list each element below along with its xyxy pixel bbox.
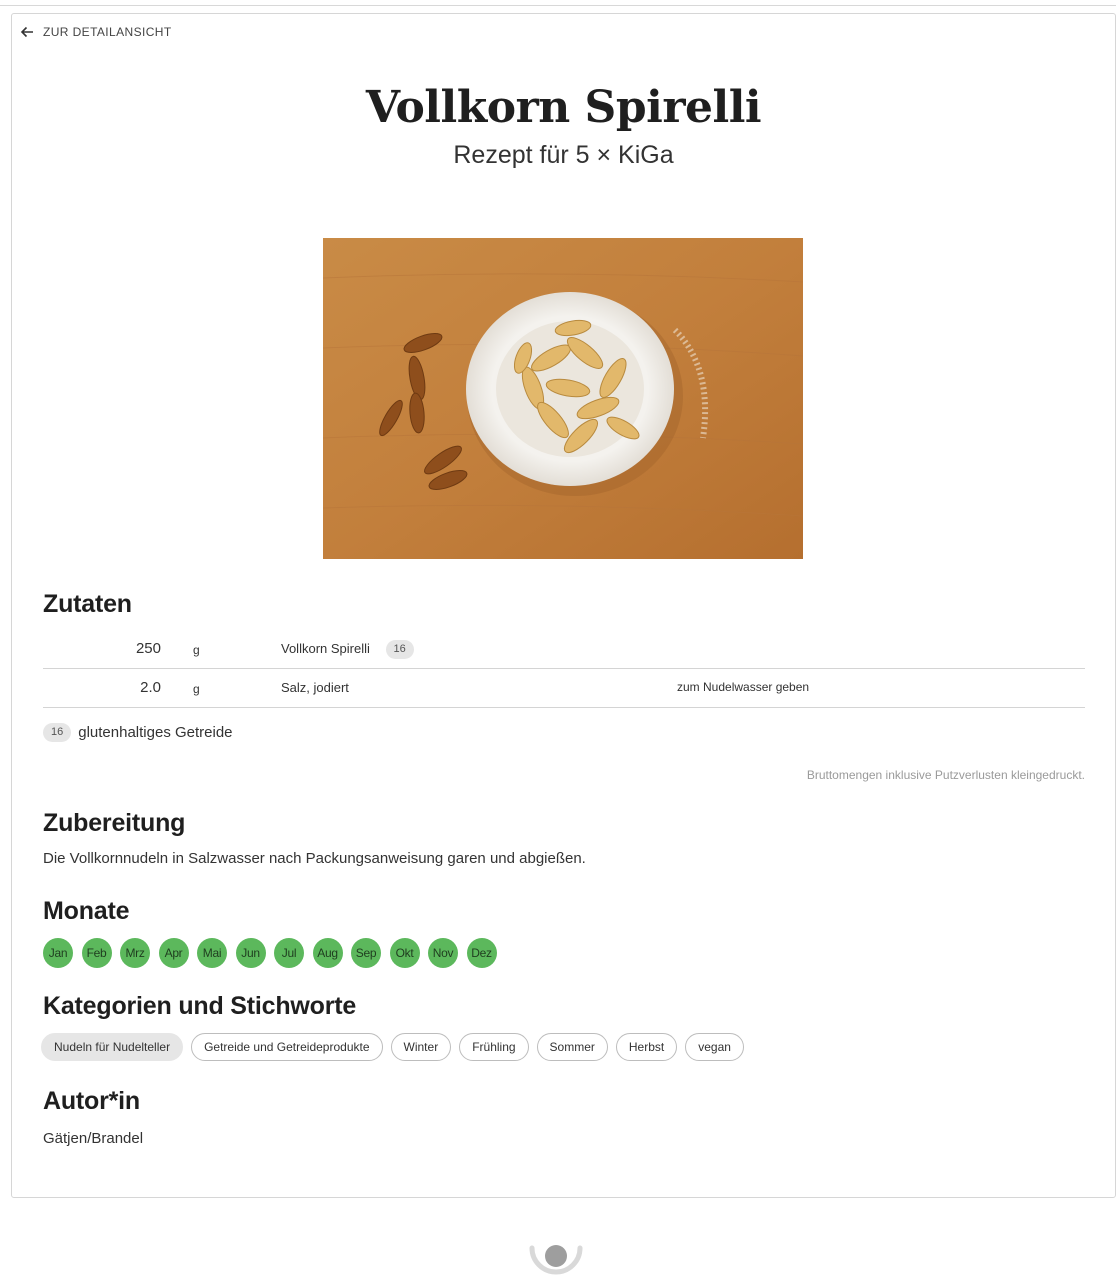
month-aug: Aug [312, 938, 343, 968]
tag-herbst[interactable]: Herbst [615, 1033, 678, 1061]
months-list: Jan Feb Mrz Apr Mai Jun Jul Aug Sep Okt … [43, 938, 497, 968]
month-okt: Okt [389, 938, 420, 968]
allergen-badge: 16 [385, 640, 414, 659]
arrow-left-icon [20, 26, 33, 38]
tag-sommer[interactable]: Sommer [536, 1033, 608, 1061]
tag-vegan[interactable]: vegan [685, 1033, 744, 1061]
month-nov: Nov [428, 938, 458, 968]
month-apr: Apr [158, 938, 189, 968]
top-divider [0, 5, 1116, 6]
month-feb: Feb [81, 938, 112, 968]
allergen-label: glutenhaltiges Getreide [78, 724, 233, 741]
allergen-code-badge: 16 [43, 723, 72, 742]
categories-heading: Kategorien und Stichworte [43, 992, 357, 1020]
preparation-heading: Zubereitung [43, 809, 186, 837]
months-heading: Monate [43, 897, 130, 925]
tag-nudeln-fuer-nudelteller[interactable]: Nudeln für Nudelteller [41, 1033, 184, 1061]
loading-spinner-icon [529, 1245, 583, 1275]
ingredient-unit: g [193, 682, 200, 696]
ingredient-amount: 2.0 [140, 679, 161, 696]
ingredient-name: Vollkorn Spirelli 16 [281, 640, 414, 660]
ingredient-name-text: Vollkorn Spirelli [281, 641, 370, 656]
preparation-text: Die Vollkornnudeln in Salzwasser nach Pa… [43, 850, 586, 867]
tag-getreide[interactable]: Getreide und Getreideprodukte [191, 1033, 383, 1061]
recipe-subtitle: Rezept für 5 × KiGa [453, 141, 674, 169]
month-jul: Jul [274, 938, 304, 968]
back-label: ZUR DETAILANSICHT [43, 25, 172, 39]
author-name: Gätjen/Brandel [43, 1130, 144, 1147]
ingredient-unit: g [193, 643, 200, 657]
table-row: 250 g Vollkorn Spirelli 16 [43, 630, 1085, 669]
ingredients-heading: Zutaten [43, 590, 132, 618]
author-heading: Autor*in [43, 1087, 140, 1115]
ingredient-amount: 250 [135, 640, 161, 657]
month-jan: Jan [43, 938, 73, 968]
month-mrz: Mrz [120, 938, 150, 968]
category-tags: Nudeln für Nudelteller Getreide und Getr… [41, 1033, 744, 1061]
tag-fruehling[interactable]: Frühling [459, 1033, 529, 1061]
recipe-photo [323, 238, 803, 559]
month-dez: Dez [466, 938, 497, 968]
month-sep: Sep [351, 938, 381, 968]
month-mai: Mai [197, 938, 227, 968]
tag-winter[interactable]: Winter [390, 1033, 452, 1061]
back-to-detail-link[interactable]: ZUR DETAILANSICHT [20, 25, 172, 39]
allergen-legend: 16 glutenhaltiges Getreide [43, 723, 233, 742]
table-row: 2.0 g Salz, jodiert zum Nudelwasser gebe… [43, 669, 1085, 708]
gross-quantity-note: Bruttomengen inklusive Putzverlusten kle… [806, 768, 1085, 782]
month-jun: Jun [235, 938, 266, 968]
recipe-title: Vollkorn Spirelli [365, 82, 762, 133]
recipe-card: ZUR DETAILANSICHT Vollkorn Spirelli Reze… [11, 13, 1116, 1198]
ingredient-note: zum Nudelwasser geben [677, 680, 810, 694]
ingredient-name: Salz, jodiert [281, 680, 349, 695]
